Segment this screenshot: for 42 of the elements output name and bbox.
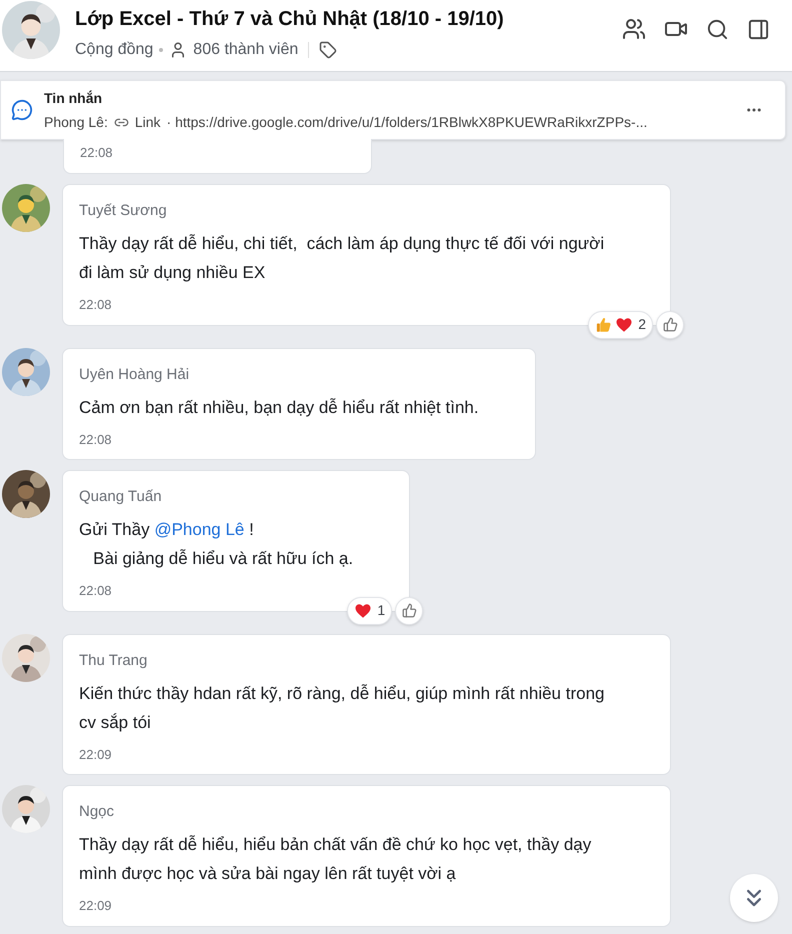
message-time: 22:08	[79, 296, 113, 314]
link-label: Link	[134, 112, 161, 132]
add-member-icon[interactable]	[622, 17, 646, 41]
pinned-url[interactable]: · https://drive.google.com/drive/u/1/folders/1RBlwkX8PKUEWRaRikxrZPPs-...	[166, 112, 648, 132]
message-text: Kiến thức thầy hdan rất kỹ, rõ ràng, dễ hiểu, giúp mình rất nhiều trong cv sắp tói	[79, 682, 606, 734]
like-button[interactable]	[395, 596, 424, 624]
message-icon	[11, 99, 33, 121]
message-text: Cảm ơn bạn rất nhiều, bạn dạy dễ hiểu rất nhiệt tình.	[79, 396, 480, 418]
message-time: 22:08	[79, 582, 113, 600]
reaction-summary[interactable]: 2	[588, 310, 653, 338]
tag-icon[interactable]	[319, 41, 338, 59]
like-button[interactable]	[656, 310, 684, 338]
sender-name: Tuyết Sương	[79, 201, 168, 221]
sender-name: Thu Trang	[79, 650, 148, 670]
message-time: 22:08	[80, 145, 113, 160]
group-title: Lớp Excel - Thứ 7 và Chủ Nhật (18/10 - 19/10)	[75, 7, 505, 32]
pinned-sender: Phong Lê:	[44, 112, 108, 132]
heart-icon	[354, 602, 372, 620]
sender-name: Quang Tuấn	[79, 487, 163, 507]
pinned-message-bar[interactable]: Tin nhắn Phong Lê: Link · https://drive.google.com/drive/u/1/folders/1RBlwkX8PKUEWRaRikxrZPPs-...	[0, 80, 786, 140]
side-panel-icon[interactable]	[747, 18, 770, 40]
reaction-count: 2	[638, 315, 646, 334]
thumbs-up-icon	[662, 317, 678, 332]
group-category: Cộng đồng	[75, 40, 154, 60]
heart-icon	[615, 316, 634, 334]
sender-name: Uyên Hoàng Hải	[79, 364, 190, 384]
reaction-summary[interactable]: 1	[347, 596, 392, 624]
message-text: Thầy dạy rất dễ hiểu, hiểu bản chất vấn đề chứ ko học vẹt, thầy dạy mình được học và sửa bài ngay lên rất tuyệt vời ạ	[79, 834, 592, 885]
message-time: 22:09	[79, 897, 113, 915]
scroll-down-button[interactable]	[730, 874, 778, 922]
mention-link[interactable]: @Phong Lê	[154, 520, 244, 539]
member-count[interactable]: 806 thành viên	[193, 38, 298, 62]
thumbs-up-icon	[402, 603, 417, 618]
sender-name: Ngọc	[79, 802, 116, 822]
message-time: 22:08	[79, 430, 113, 448]
message-text: Thầy dạy rất dễ hiểu, chi tiết, cách làm áp dụng thực tế đối với người đi làm sử dụng nhiều EX	[79, 233, 606, 284]
message-time: 22:09	[79, 746, 113, 764]
pinned-title: Tin nhắn	[44, 88, 104, 108]
message-text: Gửi Thầy @Phong Lê ! Bài giảng dễ hiểu và rất hữu ích ạ.	[79, 519, 354, 570]
reaction-count: 1	[377, 601, 386, 620]
search-icon[interactable]	[706, 18, 729, 40]
thumbs-up-icon	[595, 316, 614, 334]
